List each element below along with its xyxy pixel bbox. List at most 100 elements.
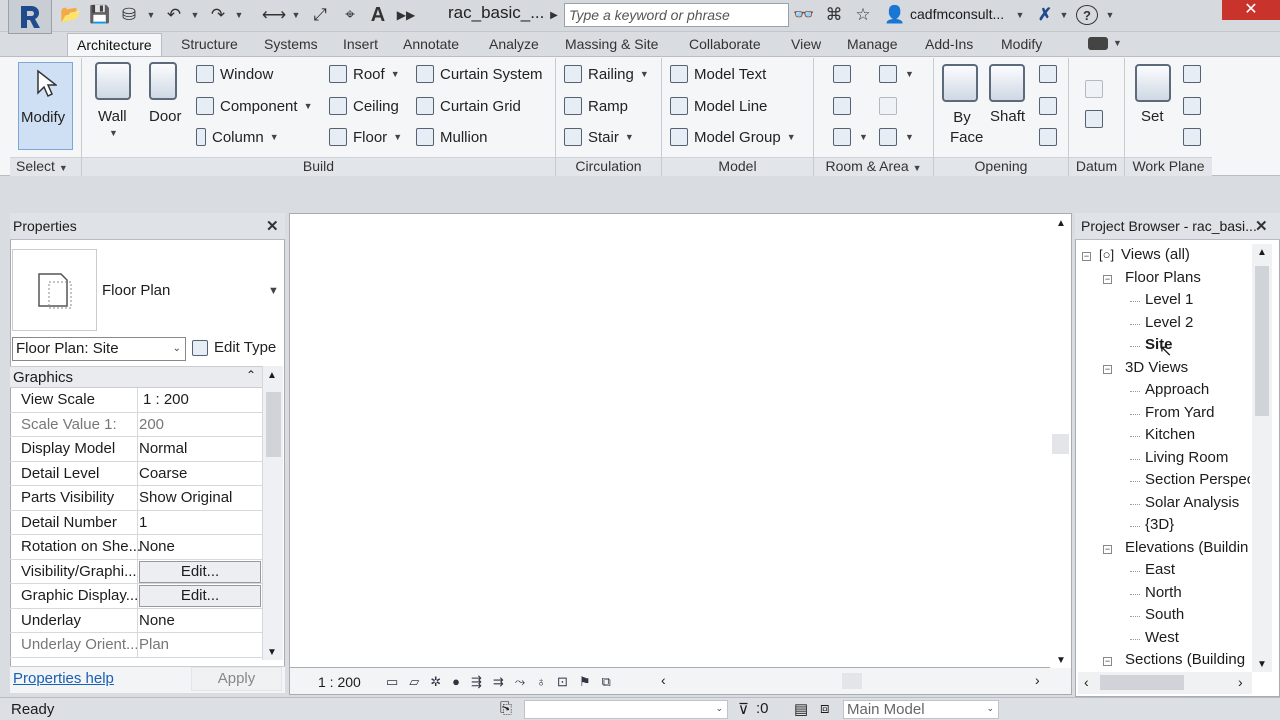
tab-systems[interactable]: Systems xyxy=(264,36,318,52)
area-dropdown-icon[interactable]: ▼ xyxy=(859,132,868,142)
edit-type-button[interactable]: Edit Type xyxy=(192,339,276,356)
browser-vertical-scrollbar[interactable]: ▲ ▼ xyxy=(1252,244,1272,672)
tag-area-icon[interactable] xyxy=(879,128,897,146)
browser-category[interactable]: Sections (Building xyxy=(1125,651,1245,668)
exchange-apps-icon[interactable]: ✗ xyxy=(1032,4,1058,26)
tab-view[interactable]: View xyxy=(791,36,821,52)
browser-view-item[interactable]: Level 1 xyxy=(1145,291,1193,308)
workset-selector[interactable]: ⌄ xyxy=(524,700,728,719)
shaft-button[interactable]: Shaft xyxy=(986,62,1030,142)
wall-button[interactable]: Wall ▼ xyxy=(92,62,136,142)
dimension-icon[interactable]: ⤢ xyxy=(308,4,332,26)
property-value[interactable]: Show Original xyxy=(139,489,261,506)
text-icon[interactable]: A xyxy=(366,4,390,26)
railing-button[interactable]: Railing ▼ xyxy=(564,65,649,83)
browser-view-item[interactable]: Approach xyxy=(1145,381,1209,398)
browser-view-item[interactable]: Section Perspec xyxy=(1145,471,1250,488)
save-icon[interactable]: 💾 xyxy=(89,4,111,26)
floor-button[interactable]: Floor ▼ xyxy=(329,128,402,146)
design-option-selector[interactable]: Main Model ⌄ xyxy=(843,700,999,719)
set-workplane-button[interactable]: Set xyxy=(1133,62,1173,142)
browser-view-item[interactable]: {3D} xyxy=(1145,516,1174,533)
viewer-icon[interactable] xyxy=(1183,128,1201,146)
curtain-grid-button[interactable]: Curtain Grid xyxy=(416,97,521,115)
view-control-icons[interactable]: ▭▱✲●⇶⇉⤳♁⊡⚑⧉ xyxy=(386,674,622,690)
tag-icon[interactable]: ⌖ xyxy=(338,4,362,26)
property-row[interactable]: Scale Value 1: 200 xyxy=(10,412,262,437)
redo-dropdown-icon[interactable]: ▼ xyxy=(233,4,245,26)
area-icon[interactable] xyxy=(833,128,851,146)
tab-insert[interactable]: Insert xyxy=(343,36,378,52)
tree-collapse-toggle[interactable]: − xyxy=(1103,657,1112,666)
show-workplane-icon[interactable] xyxy=(1183,65,1201,83)
stair-button[interactable]: Stair ▼ xyxy=(564,128,634,146)
more-tools-icon[interactable]: ▶▶ xyxy=(396,4,416,26)
model-text-button[interactable]: Model Text xyxy=(670,65,766,83)
browser-view-item[interactable]: West xyxy=(1145,629,1179,646)
ref-plane-icon[interactable] xyxy=(1183,97,1201,115)
redo-icon[interactable]: ↷ xyxy=(206,4,230,26)
type-selector-dropdown-icon[interactable]: ▼ xyxy=(268,285,279,297)
subscription-icon[interactable]: ⌘ xyxy=(822,4,846,26)
tab-manage[interactable]: Manage xyxy=(847,36,898,52)
vertical-opening-icon[interactable] xyxy=(1039,97,1057,115)
tab-structure[interactable]: Structure xyxy=(181,36,238,52)
property-row[interactable]: Visibility/Graphi... Edit... xyxy=(10,559,262,584)
help-icon[interactable]: ? xyxy=(1076,5,1098,25)
browser-category[interactable]: Views (all) xyxy=(1121,246,1190,263)
property-row[interactable]: Underlay None xyxy=(10,608,262,633)
property-value[interactable]: None xyxy=(139,538,261,555)
browser-category[interactable]: 3D Views xyxy=(1125,359,1188,376)
tree-collapse-toggle[interactable]: − xyxy=(1103,274,1112,284)
column-button[interactable]: Column ▼ xyxy=(196,128,279,146)
worksharing-icon[interactable]: ⎘ xyxy=(500,700,512,717)
help-dropdown-icon[interactable]: ▼ xyxy=(1104,4,1116,26)
tab-modify[interactable]: Modify xyxy=(1001,36,1042,52)
sync-icon[interactable]: ⛁ xyxy=(118,4,140,26)
ribbon-minimize-icon[interactable] xyxy=(1088,37,1108,50)
title-expand-icon[interactable]: ▶ xyxy=(548,4,560,26)
window-button[interactable]: Window xyxy=(196,65,273,83)
by-face-button[interactable]: By Face xyxy=(940,62,983,152)
property-row[interactable]: Rotation on She... None xyxy=(10,535,262,560)
room-separator-dropdown-icon[interactable]: ▼ xyxy=(905,69,914,79)
grid-icon[interactable] xyxy=(1085,110,1103,128)
browser-view-item[interactable]: South xyxy=(1145,606,1184,623)
room-separator-icon[interactable] xyxy=(879,65,897,83)
graphics-group-header[interactable]: Graphics ⌃ xyxy=(10,366,262,388)
undo-dropdown-icon[interactable]: ▼ xyxy=(189,4,201,26)
close-window-button[interactable]: ✕ xyxy=(1222,0,1280,20)
door-button[interactable]: Door xyxy=(146,62,186,142)
curtain-system-button[interactable]: Curtain System xyxy=(416,65,543,83)
property-value[interactable]: 1 : 200 xyxy=(143,391,265,408)
browser-category[interactable]: Floor Plans xyxy=(1125,269,1201,286)
tree-collapse-toggle[interactable]: − xyxy=(1082,252,1091,261)
edit-button[interactable]: Edit... xyxy=(139,560,261,583)
tab-analyze[interactable]: Analyze xyxy=(489,36,539,52)
browser-view-item[interactable]: Living Room xyxy=(1145,449,1228,466)
browser-view-item[interactable]: Solar Analysis xyxy=(1145,494,1239,511)
wall-opening-icon[interactable] xyxy=(1039,65,1057,83)
property-value[interactable]: 1 xyxy=(139,514,261,531)
design-options-icon[interactable]: ⧈ xyxy=(820,700,830,717)
property-row[interactable]: Parts Visibility Show Original xyxy=(10,486,262,511)
hscroll-right-icon[interactable]: › xyxy=(1035,672,1040,688)
property-value[interactable]: Normal xyxy=(139,440,261,457)
tree-collapse-toggle[interactable]: − xyxy=(1103,544,1112,554)
close-icon[interactable]: ✕ xyxy=(266,217,279,235)
close-icon[interactable]: ✕ xyxy=(1255,217,1268,235)
exchange-dropdown-icon[interactable]: ▼ xyxy=(1058,4,1070,26)
measure-dropdown-icon[interactable]: ▼ xyxy=(290,4,302,26)
filter-icon[interactable]: ⊽ xyxy=(738,700,749,718)
ribbon-minimize-dropdown-icon[interactable]: ▼ xyxy=(1113,38,1122,48)
mullion-button[interactable]: Mullion xyxy=(416,128,488,146)
ramp-button[interactable]: Ramp xyxy=(564,97,628,115)
room-icon[interactable] xyxy=(833,65,851,83)
properties-scrollbar[interactable]: ▲ ▼ xyxy=(262,366,283,660)
search-input[interactable]: Type a keyword or phrase xyxy=(564,3,789,27)
tab-collaborate[interactable]: Collaborate xyxy=(689,36,761,52)
drawing-canvas[interactable] xyxy=(289,213,1072,668)
browser-category[interactable]: Elevations (Buildin xyxy=(1125,539,1248,556)
instance-selector[interactable]: Floor Plan: Site ⌄ xyxy=(12,337,186,361)
tag-area-dropdown-icon[interactable]: ▼ xyxy=(905,132,914,142)
